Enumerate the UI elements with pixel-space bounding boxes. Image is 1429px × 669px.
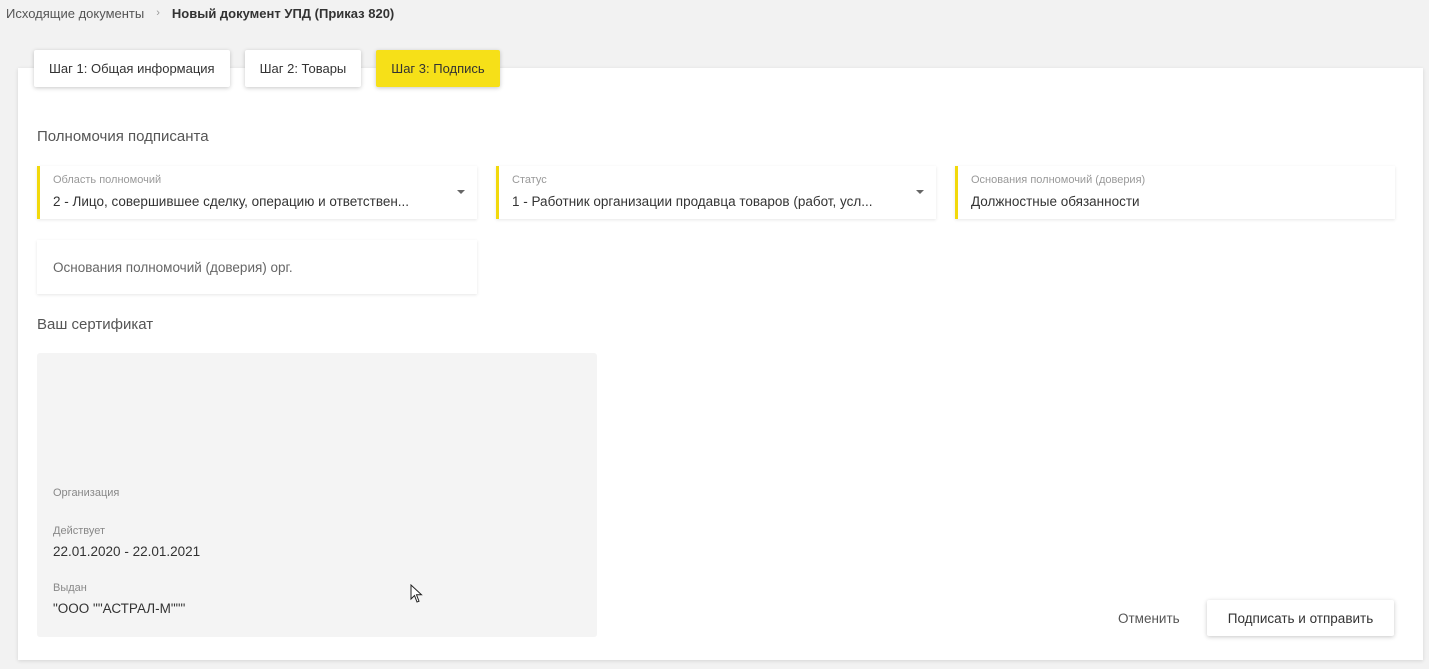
- tab-step-3[interactable]: Шаг 3: Подпись: [376, 50, 500, 87]
- breadcrumb-parent-link[interactable]: Исходящие документы: [6, 6, 144, 21]
- breadcrumb: Исходящие документы › Новый документ УПД…: [6, 4, 394, 22]
- scope-label: Область полномочий: [53, 174, 162, 186]
- basis-field[interactable]: Основания полномочий (доверия) Должностн…: [955, 166, 1395, 219]
- chevron-down-icon: [457, 190, 465, 194]
- signer-section-title: Полномочия подписанта: [37, 128, 209, 145]
- certificate-section-title: Ваш сертификат: [37, 316, 154, 333]
- basis-label: Основания полномочий (доверия): [971, 174, 1146, 186]
- status-label: Статус: [512, 174, 547, 186]
- status-value: 1 - Работник организации продавца товаро…: [512, 194, 873, 209]
- cert-issuer-label: Выдан: [53, 582, 87, 594]
- breadcrumb-current: Новый документ УПД (Приказ 820): [171, 5, 395, 21]
- tab-step-1[interactable]: Шаг 1: Общая информация: [34, 50, 230, 87]
- basis-org-placeholder: Основания полномочий (доверия) орг.: [53, 260, 293, 275]
- mouse-cursor-icon: [410, 584, 423, 603]
- breadcrumb-separator-icon: ›: [156, 7, 160, 19]
- cert-org-label: Организация: [53, 487, 120, 499]
- certificate-card[interactable]: Организация Действует 22.01.2020 - 22.01…: [37, 353, 597, 637]
- step-tabs: Шаг 1: Общая информация Шаг 2: Товары Ша…: [34, 50, 500, 87]
- sign-and-send-button[interactable]: Подписать и отправить: [1207, 600, 1394, 636]
- cert-valid-label: Действует: [53, 525, 106, 537]
- chevron-down-icon: [916, 190, 924, 194]
- cert-issuer-value: "ООО ""АСТРАЛ-М""": [53, 601, 186, 616]
- cert-valid-value: 22.01.2020 - 22.01.2021: [53, 544, 201, 559]
- basis-org-field[interactable]: Основания полномочий (доверия) орг.: [37, 240, 477, 294]
- scope-select[interactable]: Область полномочий 2 - Лицо, совершившее…: [37, 166, 477, 219]
- tab-step-2[interactable]: Шаг 2: Товары: [244, 50, 362, 87]
- scope-value: 2 - Лицо, совершившее сделку, операцию и…: [53, 194, 410, 209]
- basis-value: Должностные обязанности: [971, 194, 1140, 209]
- status-select[interactable]: Статус 1 - Работник организации продавца…: [496, 166, 936, 219]
- cancel-button[interactable]: Отменить: [1110, 600, 1188, 636]
